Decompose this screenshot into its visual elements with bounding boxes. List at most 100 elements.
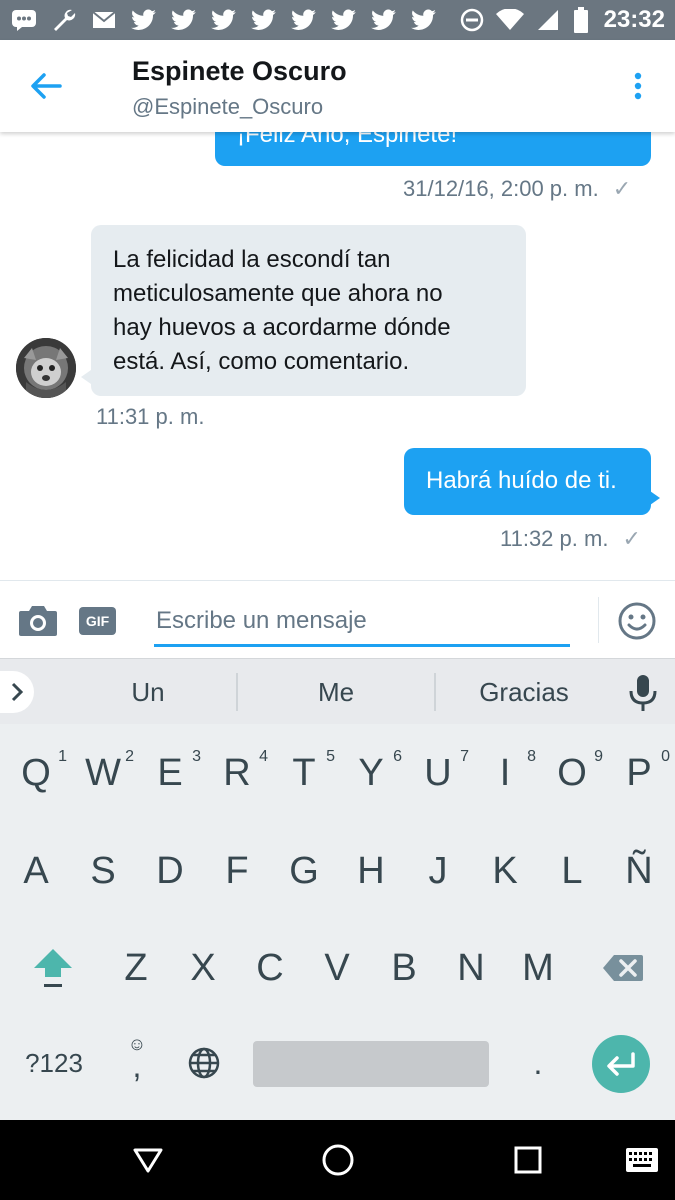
- space-key[interactable]: [253, 1041, 489, 1087]
- avatar[interactable]: [16, 338, 76, 398]
- suggestion[interactable]: Me: [238, 659, 434, 725]
- back-button[interactable]: [24, 66, 68, 106]
- divider: [598, 597, 599, 643]
- system-icons: 23:32: [458, 6, 665, 34]
- expand-suggestions-button[interactable]: [0, 671, 34, 713]
- language-key[interactable]: [176, 1030, 232, 1096]
- signal-icon: [534, 8, 562, 32]
- return-icon: [607, 1052, 635, 1076]
- key-l[interactable]: L: [539, 836, 605, 906]
- key-hint: 2: [125, 748, 134, 765]
- nav-back-button[interactable]: [128, 1140, 168, 1180]
- emoji-button[interactable]: [617, 601, 657, 641]
- key-h[interactable]: H: [338, 836, 404, 906]
- key-x[interactable]: X: [170, 933, 236, 1003]
- camera-icon: [19, 606, 57, 636]
- keyboard: Un Me Gracias Q1 W2 E3 R4 T5 Y6 U7 I8 O9…: [0, 658, 675, 1120]
- suggestion[interactable]: Un: [60, 659, 236, 725]
- message-bubble-outgoing[interactable]: ¡Feliz Año, Espinete!: [215, 132, 651, 166]
- nav-home-button[interactable]: [318, 1140, 358, 1180]
- key-hint: 6: [393, 748, 402, 765]
- key-d[interactable]: D: [137, 836, 203, 906]
- screen: 23:32 Espinete Oscuro @Espinete_Oscuro ¡…: [0, 0, 675, 1200]
- compose-bar: GIF: [0, 580, 675, 658]
- key-w[interactable]: W2: [70, 738, 136, 808]
- key-g[interactable]: G: [271, 836, 337, 906]
- message-bubble-incoming[interactable]: La felicidad la escondí tan meticulosame…: [81, 225, 526, 396]
- enter-key[interactable]: [592, 1035, 650, 1093]
- key-z[interactable]: Z: [103, 933, 169, 1003]
- key-s[interactable]: S: [70, 836, 136, 906]
- suggestion[interactable]: Gracias: [436, 659, 612, 725]
- notification-icons: [10, 8, 438, 32]
- backspace-icon: [603, 955, 643, 981]
- clock: 23:32: [603, 6, 665, 33]
- backspace-key[interactable]: [590, 933, 656, 1003]
- key-label: U: [424, 751, 452, 794]
- nav-recents-button[interactable]: [508, 1140, 548, 1180]
- contact-handle[interactable]: @Espinete_Oscuro: [132, 94, 323, 120]
- message-meta: 11:31 p. m.: [96, 404, 204, 430]
- key-c[interactable]: C: [237, 933, 303, 1003]
- key-a[interactable]: A: [3, 836, 69, 906]
- key-j[interactable]: J: [405, 836, 471, 906]
- key-e[interactable]: E3: [137, 738, 203, 808]
- key-t[interactable]: T5: [271, 738, 337, 808]
- symbols-key[interactable]: ?123: [10, 1030, 98, 1096]
- period-key[interactable]: .: [510, 1030, 566, 1096]
- gif-button[interactable]: GIF: [79, 607, 116, 635]
- key-hint: 8: [527, 748, 536, 765]
- more-vertical-icon: [634, 72, 642, 100]
- key-enye[interactable]: Ñ: [606, 836, 672, 906]
- key-hint: 4: [259, 748, 268, 765]
- contact-name[interactable]: Espinete Oscuro: [132, 56, 347, 87]
- key-r[interactable]: R4: [204, 738, 270, 808]
- key-label: O: [557, 751, 587, 794]
- key-i[interactable]: I8: [472, 738, 538, 808]
- keyboard-switch-button[interactable]: [622, 1140, 662, 1180]
- wifi-icon: [495, 8, 524, 32]
- do-not-disturb-icon: [458, 8, 486, 32]
- key-y[interactable]: Y6: [338, 738, 404, 808]
- camera-button[interactable]: [18, 603, 58, 637]
- key-f[interactable]: F: [204, 836, 270, 906]
- messages-icon: [10, 8, 38, 32]
- key-v[interactable]: V: [304, 933, 370, 1003]
- square-recents-icon: [514, 1146, 542, 1174]
- message-text-line: está. Así, como comentario.: [113, 348, 410, 375]
- message-bubble-outgoing[interactable]: Habrá huído de ti.: [404, 448, 660, 515]
- key-q[interactable]: Q1: [3, 738, 69, 808]
- twitter-icon: [370, 8, 398, 32]
- key-hint: 3: [192, 748, 201, 765]
- shift-key[interactable]: [18, 933, 88, 1003]
- twitter-icon: [170, 8, 198, 32]
- twitter-icon: [290, 8, 318, 32]
- key-k[interactable]: K: [472, 836, 538, 906]
- status-bar: 23:32: [0, 0, 675, 40]
- message-list[interactable]: ¡Feliz Año, Espinete! 31/12/16, 2:00 p. …: [0, 132, 675, 580]
- battery-icon: [572, 7, 590, 33]
- message-text-line: La felicidad la escondí tan: [113, 246, 391, 273]
- key-u[interactable]: U7: [405, 738, 471, 808]
- key-hint: 7: [460, 748, 469, 765]
- navigation-bar: [0, 1120, 675, 1200]
- key-n[interactable]: N: [438, 933, 504, 1003]
- key-o[interactable]: O9: [539, 738, 605, 808]
- comma-key[interactable]: ☺ ,: [108, 1030, 166, 1096]
- sent-check-icon: ✓: [612, 176, 632, 201]
- chevron-right-icon: [11, 682, 24, 702]
- message-input[interactable]: [154, 597, 570, 647]
- key-b[interactable]: B: [371, 933, 437, 1003]
- key-label: Y: [358, 751, 384, 794]
- conversation-header: Espinete Oscuro @Espinete_Oscuro: [0, 40, 675, 132]
- shift-icon: [34, 949, 72, 987]
- more-options-button[interactable]: [622, 66, 654, 106]
- mail-icon: [90, 8, 118, 32]
- message-meta: 11:32 p. m. ✓: [500, 526, 641, 552]
- key-m[interactable]: M: [505, 933, 571, 1003]
- key-label: ,: [132, 1048, 142, 1084]
- twitter-icon: [410, 8, 438, 32]
- key-p[interactable]: P0: [606, 738, 672, 808]
- voice-input-button[interactable]: [626, 673, 660, 713]
- key-hint: 1: [58, 748, 67, 765]
